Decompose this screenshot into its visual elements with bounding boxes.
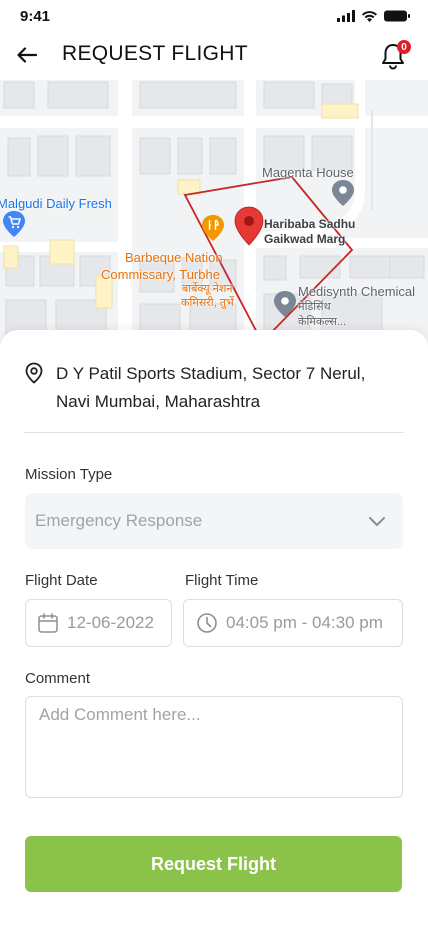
- mission-type-value: Emergency Response: [35, 511, 203, 530]
- wifi-icon: [362, 11, 377, 22]
- map-label-magenta-house: Magenta House: [262, 165, 354, 180]
- flight-time-value: 04:05 pm - 04:30 pm: [226, 613, 383, 632]
- location-pin-icon: [25, 362, 43, 384]
- request-flight-button[interactable]: Request Flight: [25, 836, 402, 892]
- location-address-line2: Navi Mumbai, Maharashtra: [56, 392, 261, 411]
- battery-icon: [384, 10, 410, 22]
- flight-date-value: 12-06-2022: [67, 613, 154, 632]
- map-label-barbeque-4: कमिसरी, तुर्भे: [181, 297, 234, 309]
- app-header: REQUEST FLIGHT 0: [0, 34, 428, 80]
- map-label-medisynth-2: मेडिसिंथ: [298, 301, 331, 313]
- status-icons: [337, 10, 410, 22]
- flight-time-label: Flight Time: [185, 572, 259, 589]
- comment-input[interactable]: [25, 696, 403, 798]
- mission-type-select[interactable]: Emergency Response: [25, 493, 403, 549]
- map-label-medisynth-1: Medisynth Chemical: [298, 284, 416, 299]
- map-label-haribaba-1: Haribaba Sadhu: [264, 217, 356, 231]
- chevron-down-icon: [369, 517, 385, 526]
- back-button[interactable]: [14, 42, 40, 68]
- page-title: REQUEST FLIGHT: [62, 42, 248, 65]
- map-label-barbeque-1: Barbeque Nation: [125, 250, 223, 265]
- comment-label: Comment: [25, 670, 91, 687]
- signal-icon: [337, 10, 355, 22]
- location-address: D Y Patil Sports Stadium, Sector 7 Nerul…: [56, 360, 365, 416]
- flight-time-field[interactable]: 04:05 pm - 04:30 pm: [183, 599, 403, 647]
- map-label-barbeque-3: बार्बेक्यू नेशन: [182, 283, 233, 295]
- location-address-line1: D Y Patil Sports Stadium, Sector 7 Nerul…: [56, 364, 366, 383]
- notification-badge: 0: [397, 40, 411, 54]
- selected-location: D Y Patil Sports Stadium, Sector 7 Nerul…: [24, 360, 404, 416]
- flight-date-field[interactable]: 12-06-2022: [25, 599, 172, 647]
- calendar-icon: [38, 613, 58, 633]
- clock-icon: [197, 613, 217, 633]
- notifications-button[interactable]: 0: [380, 40, 411, 72]
- status-bar: 9:41: [0, 0, 428, 34]
- request-form-sheet: D Y Patil Sports Stadium, Sector 7 Nerul…: [0, 330, 428, 926]
- flight-date-label: Flight Date: [25, 572, 98, 589]
- map-label-medisynth-3: केमिकल्स...: [298, 316, 347, 328]
- map-label-haribaba-2: Gaikwad Marg: [264, 232, 346, 246]
- map-view[interactable]: Magenta House Malgudi Daily Fresh Hariba…: [0, 80, 428, 350]
- back-arrow-icon: [17, 47, 37, 63]
- mission-type-label: Mission Type: [25, 466, 113, 483]
- status-time: 9:41: [20, 8, 51, 25]
- map-label-barbeque-2: Commissary, Turbhe: [101, 267, 220, 282]
- map-label-malgudi: Malgudi Daily Fresh: [0, 196, 112, 211]
- divider: [24, 432, 404, 433]
